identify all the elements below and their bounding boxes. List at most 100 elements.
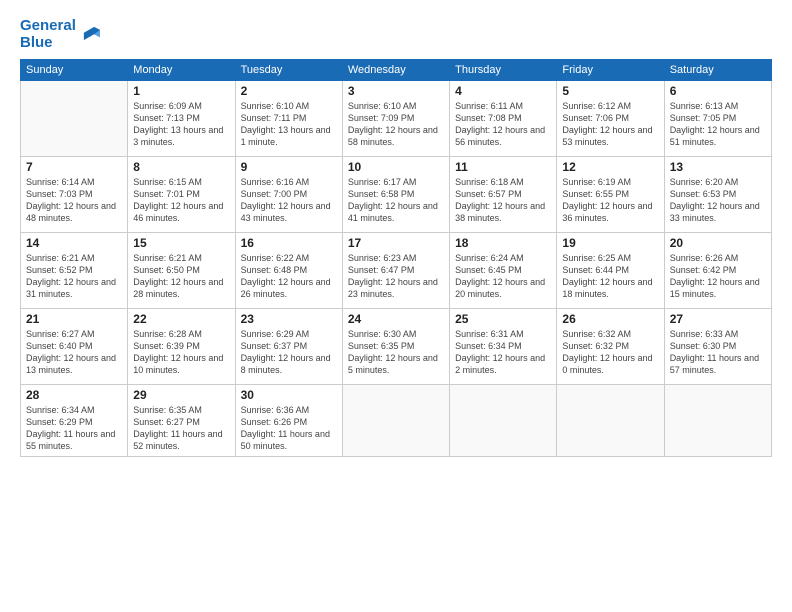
day-number: 27 (670, 312, 766, 326)
logo-icon (78, 24, 100, 46)
day-number: 28 (26, 388, 122, 402)
day-info: Sunrise: 6:29 AM Sunset: 6:37 PM Dayligh… (241, 328, 337, 377)
day-number: 6 (670, 84, 766, 98)
calendar-cell: 6Sunrise: 6:13 AM Sunset: 7:05 PM Daylig… (664, 81, 771, 157)
calendar-cell: 19 Sunrise: 6:25 AM Sunset: 6:44 PM Dayli… (557, 233, 664, 309)
day-info: Sunrise: 6:33 AM Sunset: 6:30 PM Dayligh… (670, 328, 766, 377)
calendar-cell: 18 Sunrise: 6:24 AM Sunset: 6:45 PM Dayli… (450, 233, 557, 309)
calendar-cell (664, 385, 771, 457)
page: General Blue SundayMondayTuesdayWednesda… (0, 0, 792, 612)
day-number: 1 (133, 84, 229, 98)
logo-text: General Blue (20, 18, 76, 51)
calendar-cell: 26Sunrise: 6:32 AM Sunset: 6:32 PM Dayli… (557, 309, 664, 385)
day-number: 8 (133, 160, 229, 174)
day-info: Sunrise: 6:14 AM Sunset: 7:03 PM Dayligh… (26, 176, 122, 225)
day-number: 11 (455, 160, 551, 174)
header: General Blue (20, 18, 772, 51)
calendar-cell (450, 385, 557, 457)
day-info: Sunrise: 6:22 AM Sunset: 6:48 PM Dayligh… (241, 252, 337, 301)
day-info: Sunrise: 6:32 AM Sunset: 6:32 PM Dayligh… (562, 328, 658, 377)
calendar-cell: 4 Sunrise: 6:11 AM Sunset: 7:08 PM Daylig… (450, 81, 557, 157)
day-info: Sunrise: 6:19 AM Sunset: 6:55 PM Dayligh… (562, 176, 658, 225)
calendar-cell (342, 385, 449, 457)
day-number: 14 (26, 236, 122, 250)
day-number: 24 (348, 312, 444, 326)
day-number: 16 (241, 236, 337, 250)
day-number: 29 (133, 388, 229, 402)
week-row-4: 28 Sunrise: 6:34 AM Sunset: 6:29 PM Dayli… (21, 385, 772, 457)
day-number: 18 (455, 236, 551, 250)
calendar-cell: 16 Sunrise: 6:22 AM Sunset: 6:48 PM Dayli… (235, 233, 342, 309)
day-number: 4 (455, 84, 551, 98)
calendar-cell: 7 Sunrise: 6:14 AM Sunset: 7:03 PM Daylig… (21, 157, 128, 233)
col-header-monday: Monday (128, 60, 235, 81)
day-number: 2 (241, 84, 337, 98)
calendar-header-row: SundayMondayTuesdayWednesdayThursdayFrid… (21, 60, 772, 81)
calendar-cell: 10 Sunrise: 6:17 AM Sunset: 6:58 PM Dayli… (342, 157, 449, 233)
day-number: 23 (241, 312, 337, 326)
calendar-cell: 17 Sunrise: 6:23 AM Sunset: 6:47 PM Dayli… (342, 233, 449, 309)
day-number: 20 (670, 236, 766, 250)
day-info: Sunrise: 6:27 AM Sunset: 6:40 PM Dayligh… (26, 328, 122, 377)
day-number: 10 (348, 160, 444, 174)
calendar-cell: 25 Sunrise: 6:31 AM Sunset: 6:34 PM Dayli… (450, 309, 557, 385)
day-info: Sunrise: 6:16 AM Sunset: 7:00 PM Dayligh… (241, 176, 337, 225)
day-number: 9 (241, 160, 337, 174)
col-header-wednesday: Wednesday (342, 60, 449, 81)
day-info: Sunrise: 6:20 AM Sunset: 6:53 PM Dayligh… (670, 176, 766, 225)
day-info: Sunrise: 6:15 AM Sunset: 7:01 PM Dayligh… (133, 176, 229, 225)
calendar-cell: 12Sunrise: 6:19 AM Sunset: 6:55 PM Dayli… (557, 157, 664, 233)
day-info: Sunrise: 6:30 AM Sunset: 6:35 PM Dayligh… (348, 328, 444, 377)
week-row-1: 7 Sunrise: 6:14 AM Sunset: 7:03 PM Daylig… (21, 157, 772, 233)
day-number: 5 (562, 84, 658, 98)
col-header-tuesday: Tuesday (235, 60, 342, 81)
calendar-cell: 1Sunrise: 6:09 AM Sunset: 7:13 PM Daylig… (128, 81, 235, 157)
calendar-cell: 13 Sunrise: 6:20 AM Sunset: 6:53 PM Dayli… (664, 157, 771, 233)
day-info: Sunrise: 6:10 AM Sunset: 7:11 PM Dayligh… (241, 100, 337, 149)
week-row-2: 14Sunrise: 6:21 AM Sunset: 6:52 PM Dayli… (21, 233, 772, 309)
calendar-cell: 27 Sunrise: 6:33 AM Sunset: 6:30 PM Dayli… (664, 309, 771, 385)
col-header-friday: Friday (557, 60, 664, 81)
day-info: Sunrise: 6:31 AM Sunset: 6:34 PM Dayligh… (455, 328, 551, 377)
logo: General Blue (20, 18, 100, 51)
calendar-cell: 15Sunrise: 6:21 AM Sunset: 6:50 PM Dayli… (128, 233, 235, 309)
calendar-cell: 22 Sunrise: 6:28 AM Sunset: 6:39 PM Dayli… (128, 309, 235, 385)
calendar-cell: 29Sunrise: 6:35 AM Sunset: 6:27 PM Dayli… (128, 385, 235, 457)
calendar-cell: 30Sunrise: 6:36 AM Sunset: 6:26 PM Dayli… (235, 385, 342, 457)
calendar-cell: 9 Sunrise: 6:16 AM Sunset: 7:00 PM Daylig… (235, 157, 342, 233)
week-row-3: 21 Sunrise: 6:27 AM Sunset: 6:40 PM Dayli… (21, 309, 772, 385)
week-row-0: 1Sunrise: 6:09 AM Sunset: 7:13 PM Daylig… (21, 81, 772, 157)
day-info: Sunrise: 6:25 AM Sunset: 6:44 PM Dayligh… (562, 252, 658, 301)
day-number: 22 (133, 312, 229, 326)
day-info: Sunrise: 6:23 AM Sunset: 6:47 PM Dayligh… (348, 252, 444, 301)
day-info: Sunrise: 6:21 AM Sunset: 6:50 PM Dayligh… (133, 252, 229, 301)
day-number: 25 (455, 312, 551, 326)
calendar-table: SundayMondayTuesdayWednesdayThursdayFrid… (20, 59, 772, 457)
day-number: 21 (26, 312, 122, 326)
day-number: 19 (562, 236, 658, 250)
day-number: 7 (26, 160, 122, 174)
day-info: Sunrise: 6:24 AM Sunset: 6:45 PM Dayligh… (455, 252, 551, 301)
calendar-cell: 2 Sunrise: 6:10 AM Sunset: 7:11 PM Daylig… (235, 81, 342, 157)
day-number: 17 (348, 236, 444, 250)
day-info: Sunrise: 6:26 AM Sunset: 6:42 PM Dayligh… (670, 252, 766, 301)
day-number: 30 (241, 388, 337, 402)
calendar-cell (557, 385, 664, 457)
calendar-cell: 20 Sunrise: 6:26 AM Sunset: 6:42 PM Dayli… (664, 233, 771, 309)
day-info: Sunrise: 6:34 AM Sunset: 6:29 PM Dayligh… (26, 404, 122, 453)
day-number: 13 (670, 160, 766, 174)
col-header-saturday: Saturday (664, 60, 771, 81)
day-number: 3 (348, 84, 444, 98)
calendar-cell: 3 Sunrise: 6:10 AM Sunset: 7:09 PM Daylig… (342, 81, 449, 157)
calendar-cell: 14Sunrise: 6:21 AM Sunset: 6:52 PM Dayli… (21, 233, 128, 309)
col-header-sunday: Sunday (21, 60, 128, 81)
day-info: Sunrise: 6:10 AM Sunset: 7:09 PM Dayligh… (348, 100, 444, 149)
day-info: Sunrise: 6:17 AM Sunset: 6:58 PM Dayligh… (348, 176, 444, 225)
calendar-cell: 11 Sunrise: 6:18 AM Sunset: 6:57 PM Dayli… (450, 157, 557, 233)
calendar-cell: 8 Sunrise: 6:15 AM Sunset: 7:01 PM Daylig… (128, 157, 235, 233)
calendar-cell (21, 81, 128, 157)
col-header-thursday: Thursday (450, 60, 557, 81)
day-info: Sunrise: 6:28 AM Sunset: 6:39 PM Dayligh… (133, 328, 229, 377)
day-info: Sunrise: 6:11 AM Sunset: 7:08 PM Dayligh… (455, 100, 551, 149)
day-info: Sunrise: 6:18 AM Sunset: 6:57 PM Dayligh… (455, 176, 551, 225)
